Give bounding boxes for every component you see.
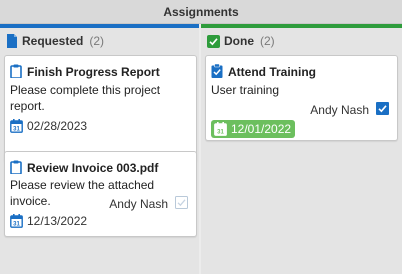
column-header[interactable]: Requested (2): [6, 33, 104, 49]
clipboard-icon: [10, 64, 22, 78]
task-card[interactable]: Attend Training User training Andy Nash …: [205, 55, 398, 141]
calendar-icon: 31: [214, 122, 227, 136]
column-title: Requested: [22, 34, 84, 48]
card-title: Review Invoice 003.pdf: [27, 161, 159, 175]
date-text: 12/01/2022: [231, 122, 292, 136]
calendar-icon: 31: [10, 119, 23, 133]
calendar-icon: 31: [10, 214, 23, 228]
description-line: Please complete this project: [10, 83, 161, 97]
checkbox-unchecked-icon[interactable]: [175, 196, 188, 209]
task-card[interactable]: Finish Progress Report Please complete t…: [4, 55, 197, 163]
column-count: (2): [89, 34, 105, 48]
board-title: Assignments: [163, 5, 239, 19]
checkbox-checked-icon: [207, 34, 220, 48]
description-line: Please review the attached invoice.: [10, 178, 155, 208]
clipboard-check-icon: [211, 64, 223, 78]
svg-text:31: 31: [13, 127, 20, 133]
card-description: User training: [211, 82, 279, 98]
column-requested: Requested (2) Finish Progress Report Ple…: [0, 24, 199, 274]
board-header: Assignments: [0, 0, 402, 24]
description-line: User training: [211, 83, 280, 97]
card-description: Please complete this project report.: [10, 82, 160, 114]
column-title: Done: [224, 34, 254, 48]
column-count: (2): [260, 34, 275, 48]
checkbox-checked-icon[interactable]: [376, 102, 389, 115]
clipboard-icon: [10, 160, 22, 174]
due-date: 31 02/28/2023: [10, 117, 87, 135]
due-date-badge: 31 12/01/2022: [211, 120, 296, 138]
card-title: Finish Progress Report: [27, 65, 160, 79]
column-done: Done (2) Attend Training User training A…: [201, 24, 402, 274]
column-header[interactable]: Done (2): [207, 33, 275, 49]
assignee-name: Andy Nash: [310, 103, 369, 117]
svg-text:31: 31: [13, 222, 20, 228]
due-date: 31 12/13/2022: [10, 212, 87, 230]
assignee-name: Andy Nash: [109, 197, 168, 211]
column-accent-bar: [201, 24, 402, 28]
document-icon: [7, 34, 17, 48]
date-text: 02/28/2023: [27, 119, 88, 133]
svg-text:31: 31: [217, 130, 224, 136]
card-description: Please review the attached invoice.: [10, 177, 196, 209]
task-card[interactable]: Review Invoice 003.pdf Please review the…: [4, 151, 197, 237]
date-text: 12/13/2022: [27, 214, 88, 228]
column-accent-bar: [0, 24, 199, 28]
description-line: report.: [10, 99, 45, 113]
card-title: Attend Training: [228, 65, 316, 79]
